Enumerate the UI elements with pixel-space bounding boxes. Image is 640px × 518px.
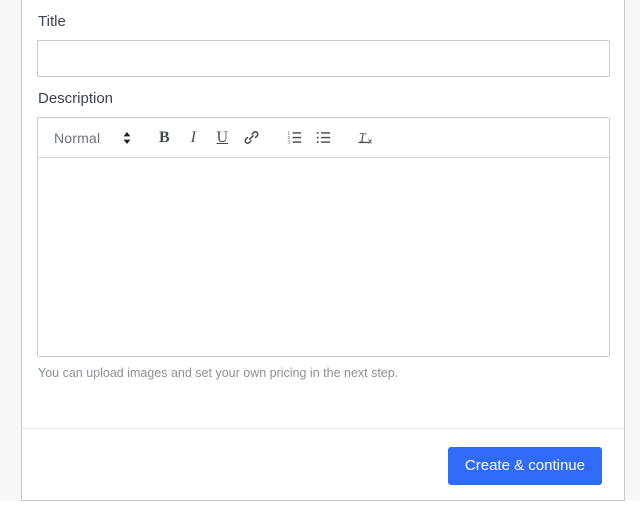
svg-text:x: x <box>368 137 373 146</box>
title-input[interactable] <box>37 40 610 77</box>
description-editor-body[interactable] <box>38 158 609 356</box>
ordered-list-icon[interactable]: 1 2 3 <box>280 124 308 152</box>
bullet-list-icon[interactable] <box>309 124 337 152</box>
rich-text-editor: Normal B I U 1 2 3 T x <box>37 117 610 357</box>
create-and-continue-button[interactable]: Create & continue <box>447 447 602 485</box>
page-white-strip <box>0 501 640 518</box>
up-down-chevron-icon <box>122 130 132 146</box>
card-body: Title Description Normal B I U 1 2 3 T x… <box>22 0 624 380</box>
create-form-card: Title Description Normal B I U 1 2 3 T x… <box>21 0 625 501</box>
description-field-label: Description <box>38 90 114 107</box>
card-footer: Create & continue <box>22 429 624 500</box>
editor-toolbar: Normal B I U 1 2 3 T x <box>38 118 609 158</box>
link-icon[interactable] <box>237 124 265 152</box>
clear-formatting-icon[interactable]: T x <box>352 124 380 152</box>
format-picker-label: Normal <box>54 129 101 146</box>
italic-icon[interactable]: I <box>179 124 207 152</box>
page-background: Title Description Normal B I U 1 2 3 T x… <box>0 0 640 518</box>
description-helper-text: You can upload images and set your own p… <box>38 366 399 380</box>
svg-text:3: 3 <box>287 139 290 144</box>
format-picker[interactable]: Normal <box>44 124 136 152</box>
bold-icon[interactable]: B <box>150 124 178 152</box>
title-field-label: Title <box>38 13 66 30</box>
underline-icon[interactable]: U <box>208 124 236 152</box>
